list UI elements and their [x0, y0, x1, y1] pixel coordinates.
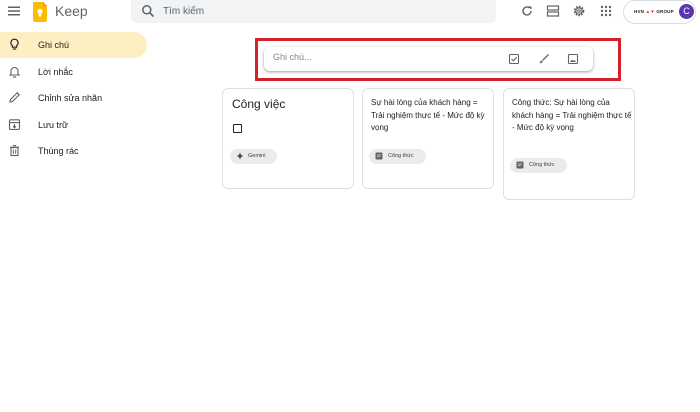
label-chip-text: Công thức — [388, 153, 414, 159]
sidebar-item-label: Chỉnh sửa nhãn — [38, 93, 103, 103]
sidebar-item-reminders[interactable]: Lời nhắc — [0, 59, 147, 85]
account-switcher[interactable]: HVN ▲▼ GROUP C — [623, 0, 696, 24]
apps-grid-icon[interactable] — [599, 4, 613, 18]
label-note-icon — [516, 161, 524, 169]
new-drawing-brush-icon[interactable] — [538, 53, 550, 65]
gemini-sparkle-icon — [236, 152, 244, 160]
new-list-checkbox-icon[interactable] — [508, 53, 520, 65]
sidebar-item-archive[interactable]: Lưu trữ — [0, 112, 147, 138]
note-card[interactable]: Công thức: Sự hài lòng của khách hàng = … — [503, 88, 635, 200]
brand-logo: HVN ▲▼ GROUP — [634, 9, 674, 14]
search-icon[interactable] — [141, 4, 155, 18]
avatar[interactable]: C — [679, 4, 694, 19]
bell-icon — [8, 66, 21, 78]
label-chip-text: Công thức — [529, 162, 555, 168]
menu-icon[interactable] — [7, 4, 21, 18]
label-chip[interactable]: Công thức — [369, 149, 426, 164]
label-note-icon — [375, 152, 383, 160]
sidebar-item-label: Ghi chú — [38, 40, 70, 50]
app-title[interactable]: Keep — [55, 3, 88, 19]
sidebar-item-label: Lưu trữ — [38, 120, 69, 130]
brand-left-text: HVN — [634, 9, 645, 14]
note-title: Công việc — [232, 97, 286, 111]
sidebar-item-label: Thùng rác — [38, 146, 79, 156]
sidebar-item-notes[interactable]: Ghi chú — [0, 32, 147, 58]
checklist-checkbox[interactable] — [233, 124, 242, 133]
note-card[interactable]: Công việc Gemini — [222, 88, 354, 189]
top-bar: Keep HVN ▲▼ GROUP C — [0, 0, 700, 24]
sidebar-item-label: Lời nhắc — [38, 67, 73, 77]
note-composer-input[interactable]: Ghi chú... — [273, 52, 312, 62]
archive-icon — [8, 119, 21, 130]
label-chip-text: Gemini — [248, 153, 266, 159]
refresh-icon[interactable] — [520, 4, 534, 18]
note-card[interactable]: Sự hài lòng của khách hàng = Trải nghiệm… — [362, 88, 494, 189]
note-composer[interactable]: Ghi chú... — [264, 47, 593, 71]
trash-icon — [10, 145, 19, 157]
sidebar-item-trash[interactable]: Thùng rác — [0, 138, 147, 164]
note-body: Sự hài lòng của khách hàng = Trải nghiệm… — [371, 98, 485, 132]
note-body: Công thức: Sự hài lòng của khách hàng = … — [512, 98, 632, 132]
search-bar[interactable] — [131, 0, 496, 23]
label-chip[interactable]: Công thức — [510, 158, 567, 173]
brand-right-text: GROUP — [656, 9, 674, 14]
pencil-icon — [9, 92, 20, 103]
label-chip[interactable]: Gemini — [230, 149, 277, 164]
brand-mark-icon: ▲▼ — [645, 9, 655, 14]
list-view-icon[interactable] — [546, 4, 560, 18]
keep-logo-icon[interactable] — [32, 2, 48, 22]
sidebar-item-edit-labels[interactable]: Chỉnh sửa nhãn — [0, 85, 147, 111]
settings-gear-icon[interactable] — [572, 4, 586, 18]
lightbulb-icon — [10, 38, 19, 50]
search-input[interactable] — [163, 3, 483, 19]
new-image-icon[interactable] — [567, 53, 579, 65]
